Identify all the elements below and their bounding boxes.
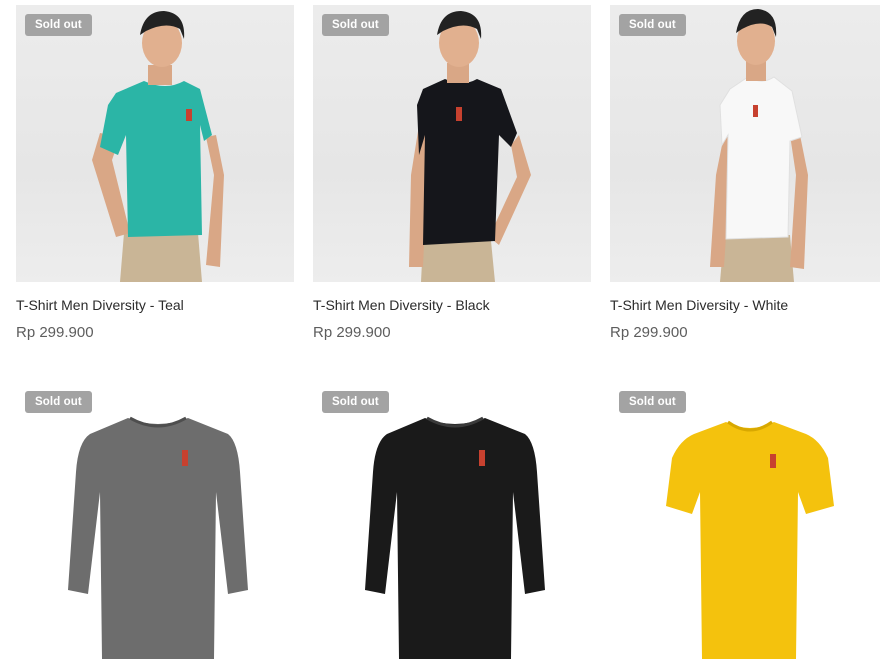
sold-out-badge: Sold out bbox=[619, 14, 686, 36]
product-card[interactable]: Sold out T-Shirt Men Diversity - Teal Rp… bbox=[16, 5, 294, 342]
product-name[interactable]: T-Shirt Men Diversity - White bbox=[610, 296, 880, 314]
sold-out-badge: Sold out bbox=[25, 14, 92, 36]
product-photo-white bbox=[710, 9, 808, 282]
product-image[interactable]: Sold out bbox=[610, 5, 880, 282]
product-photo-teal bbox=[92, 11, 224, 282]
sold-out-badge: Sold out bbox=[322, 391, 389, 413]
product-photo-black-longsleeve bbox=[365, 416, 545, 659]
product-card[interactable]: Sold out T-Shirt Men Diversity - White R… bbox=[610, 5, 880, 342]
product-photo-gray-longsleeve bbox=[68, 416, 248, 659]
product-price: Rp 299.900 bbox=[16, 324, 94, 341]
product-name[interactable]: T-Shirt Men Diversity - Teal bbox=[16, 296, 294, 314]
product-photo-black bbox=[409, 11, 531, 282]
product-image[interactable]: Sold out bbox=[313, 5, 591, 282]
sold-out-badge: Sold out bbox=[25, 391, 92, 413]
product-price: Rp 299.900 bbox=[610, 324, 688, 341]
product-image[interactable]: Sold out bbox=[313, 382, 591, 659]
product-image[interactable]: Sold out bbox=[16, 382, 294, 659]
sold-out-badge: Sold out bbox=[322, 14, 389, 36]
product-card[interactable]: Sold out bbox=[313, 382, 591, 659]
product-photo-yellow-tee bbox=[666, 420, 834, 659]
product-price: Rp 299.900 bbox=[313, 324, 391, 341]
product-image[interactable]: Sold out bbox=[16, 5, 294, 282]
product-name[interactable]: T-Shirt Men Diversity - Black bbox=[313, 296, 591, 314]
sold-out-badge: Sold out bbox=[619, 391, 686, 413]
product-card[interactable]: Sold out T-Shirt Men Diversity - Black R… bbox=[313, 5, 591, 342]
product-image[interactable]: Sold out bbox=[610, 382, 880, 659]
product-card[interactable]: Sold out bbox=[16, 382, 294, 659]
product-card[interactable]: Sold out bbox=[610, 382, 880, 659]
